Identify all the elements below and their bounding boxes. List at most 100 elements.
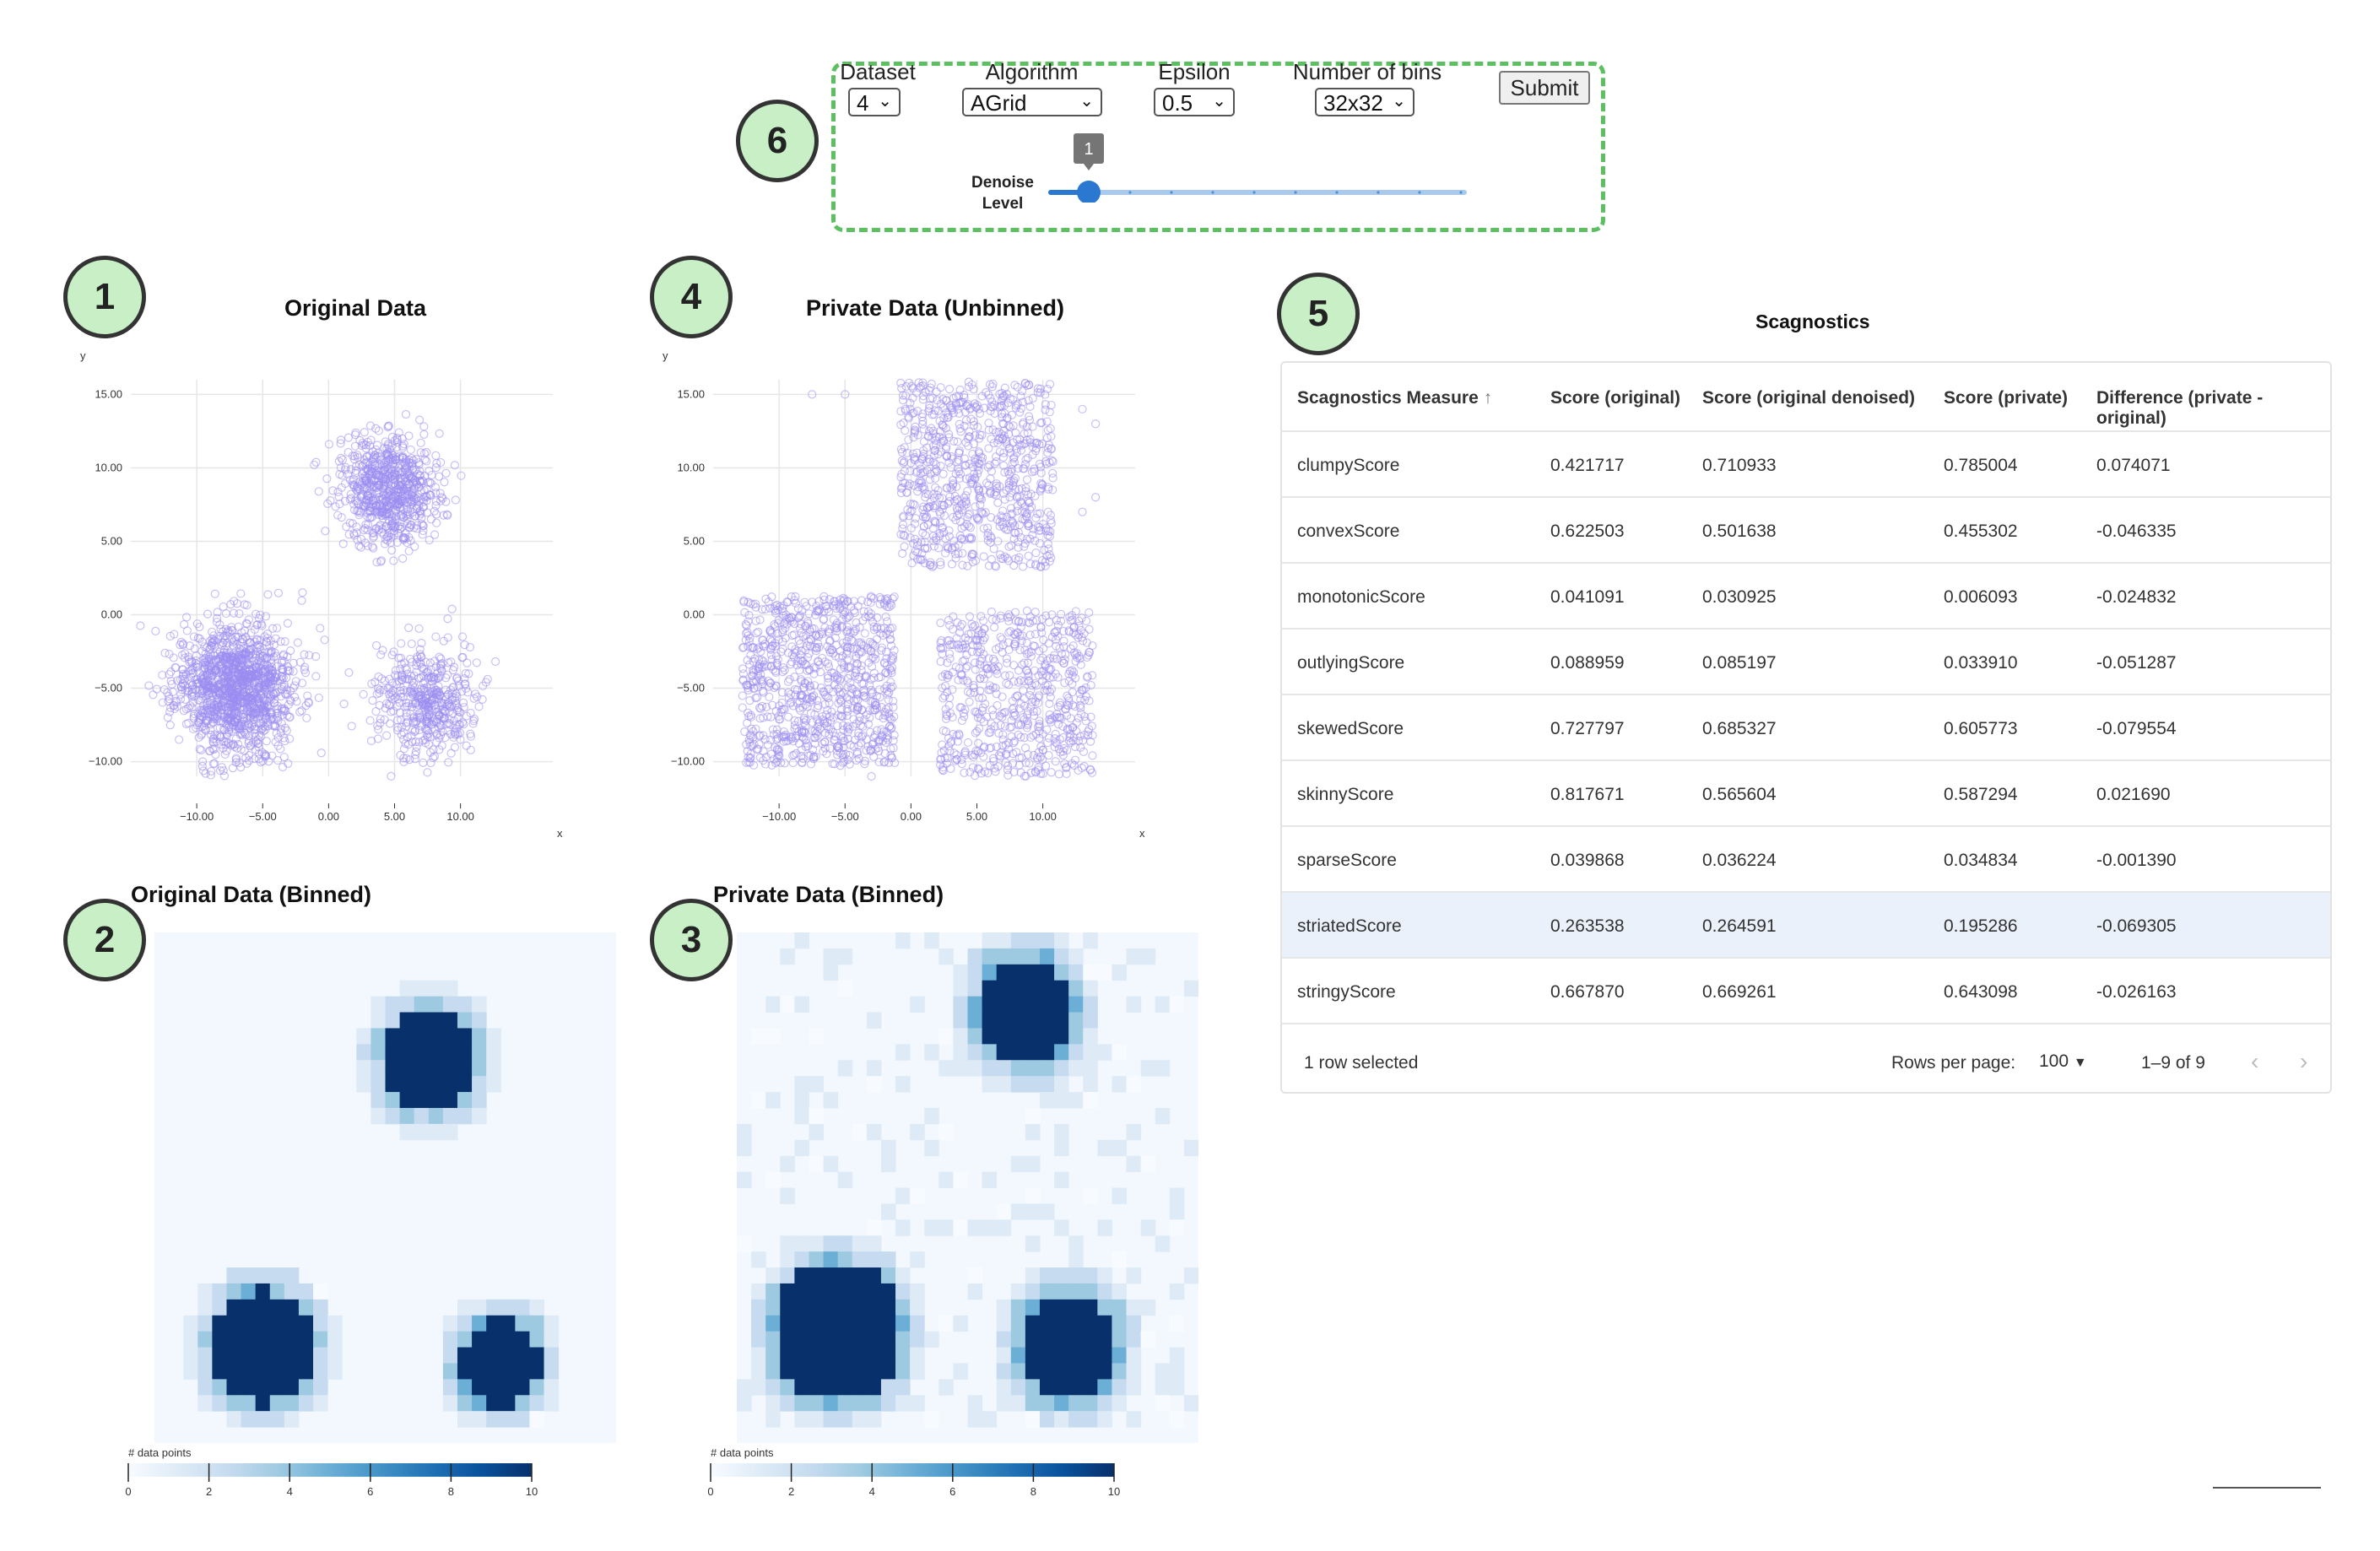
heatmap-cell — [371, 1044, 386, 1061]
scatter-point — [936, 383, 945, 392]
heatmap-cell — [457, 1060, 473, 1077]
heatmap-cell — [255, 1315, 271, 1332]
scatter-point — [1054, 770, 1064, 779]
scatter-point — [368, 696, 377, 705]
scatter-point — [416, 438, 425, 448]
heatmap-cell — [472, 1028, 487, 1045]
scatter-point — [432, 518, 441, 527]
x-tick-label: 5.00 — [384, 810, 405, 823]
heatmap-cell — [500, 1331, 516, 1348]
heatmap-cell — [515, 1315, 530, 1332]
dataset-select[interactable]: 4 ⌄ — [848, 88, 901, 116]
scatter-point — [441, 468, 451, 478]
denoise-label-line1: Denoise — [971, 174, 1034, 192]
scatter-point — [785, 674, 794, 684]
heatmap-cell — [529, 1331, 545, 1348]
denoise-slider[interactable]: 1 — [1038, 127, 1477, 203]
scatter-point — [472, 658, 481, 667]
dataset-value: 4 — [857, 90, 869, 116]
heatmap-cell — [255, 1331, 271, 1348]
heatmap-cell — [399, 1107, 415, 1125]
heatmap-cell — [197, 1347, 213, 1364]
scatter-point — [404, 623, 414, 633]
scatter-point — [263, 590, 273, 599]
heatmap-cell — [183, 1347, 198, 1364]
heatmap-cell — [414, 1028, 430, 1045]
scatter-point — [221, 608, 230, 619]
x-axis-label: x — [1139, 827, 1145, 840]
scatter-point — [1014, 666, 1024, 675]
scatter-point — [279, 753, 289, 762]
heatmap-cell — [544, 1331, 560, 1348]
badge-5: 5 — [1277, 273, 1360, 355]
scatter-point — [440, 478, 449, 487]
heatmap-cell — [472, 1044, 487, 1061]
heatmap-cell — [544, 1315, 560, 1332]
scatter-point — [1078, 507, 1087, 516]
scatter-point — [1060, 678, 1069, 688]
algorithm-select[interactable]: AGrid ⌄ — [962, 88, 1102, 116]
heatmap-cell — [428, 1107, 444, 1125]
epsilon-select[interactable]: 0.5 ⌄ — [1154, 88, 1235, 116]
chevron-down-icon: ⌄ — [1079, 92, 1094, 111]
scatter-point — [404, 546, 414, 556]
x-tick-label: −10.00 — [180, 810, 214, 823]
scatter-point — [297, 706, 306, 716]
heatmap-cell — [255, 1267, 271, 1284]
heatmap-cell — [241, 1299, 257, 1316]
scatter-point — [474, 702, 484, 711]
heatmap-cell — [442, 980, 458, 997]
bins-select[interactable]: 32x32 ⌄ — [1315, 88, 1414, 116]
scatter-point — [175, 735, 184, 744]
scatter-point — [897, 384, 906, 393]
heatmap-cell — [371, 1107, 386, 1125]
heatmap-cell — [457, 1092, 473, 1109]
scatter-point — [491, 657, 500, 667]
scatter-point — [984, 419, 993, 428]
scatter-point — [425, 535, 434, 545]
scatter-point — [389, 556, 398, 565]
heatmap-cell — [442, 1092, 458, 1109]
slider-thumb[interactable] — [1077, 181, 1101, 203]
scatter-point — [419, 422, 429, 431]
heatmap-cell — [241, 1331, 257, 1348]
scatter-point — [1005, 671, 1014, 680]
scatter-point — [328, 486, 338, 495]
scatter-point — [376, 650, 386, 660]
scatter-point — [385, 719, 395, 728]
heatmap-cell — [298, 1299, 314, 1316]
scatter-point — [1088, 751, 1097, 760]
original-binned-heatmap — [154, 932, 616, 1443]
scatter-point — [431, 632, 441, 641]
scatter-point — [1085, 624, 1094, 634]
scatter-point — [322, 474, 332, 484]
heatmap-cell — [442, 1123, 458, 1141]
scatter-point — [992, 457, 1001, 467]
submit-button[interactable]: Submit — [1499, 71, 1590, 105]
scatter-point — [365, 716, 375, 725]
heatmap-cell — [472, 1299, 487, 1316]
heatmap-cell — [284, 1315, 300, 1332]
scatter-point — [743, 718, 752, 728]
heatmap-cell — [385, 1107, 401, 1125]
scatter-point — [387, 771, 396, 781]
scatter-point — [979, 552, 988, 561]
scatter-point — [182, 626, 192, 635]
heatmap-cell — [385, 1044, 401, 1061]
scatter-point — [314, 487, 323, 496]
scatter-point — [297, 596, 306, 605]
heatmap-cell — [486, 1315, 501, 1332]
scatter-point — [990, 657, 999, 666]
scatter-point — [293, 638, 302, 647]
scatter-point — [457, 471, 466, 480]
heatmap-cell — [472, 1076, 487, 1093]
scatter-point — [149, 690, 158, 700]
heatmap-cell — [442, 1315, 458, 1332]
y-tick-label: 5.00 — [684, 534, 705, 547]
y-axis-label: y — [663, 349, 668, 362]
heatmap-cell — [428, 996, 444, 1013]
heatmap-cell — [399, 1012, 415, 1029]
heatmap-cell — [428, 980, 444, 997]
y-tick-label: 0.00 — [684, 608, 705, 621]
heatmap-cell — [284, 1331, 300, 1348]
